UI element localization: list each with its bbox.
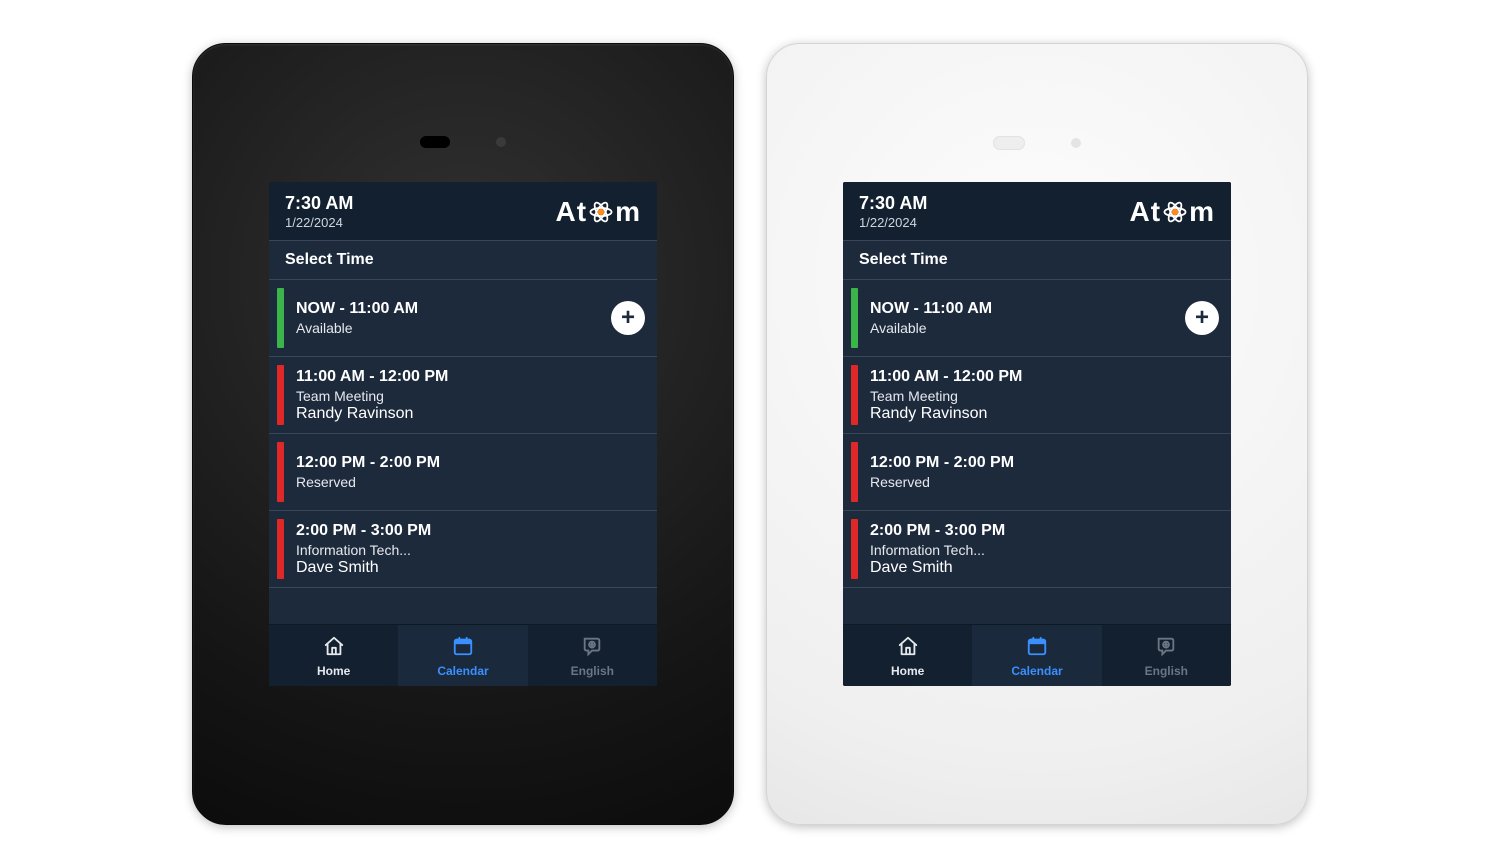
sensor-cluster <box>420 136 506 148</box>
bottom-nav: Home Calendar English <box>269 624 657 686</box>
home-icon <box>323 635 345 660</box>
atom-icon <box>1162 199 1188 225</box>
add-button[interactable]: + <box>611 301 645 335</box>
header-bar: 7:30 AM 1/22/2024 At m <box>843 182 1231 242</box>
slot-time-range: 12:00 PM - 2:00 PM <box>296 454 645 472</box>
header-bar: 7:30 AM 1/22/2024 At m <box>269 182 657 242</box>
time-slot[interactable]: 2:00 PM - 3:00 PM Information Tech... Da… <box>269 511 657 588</box>
sensor-cluster <box>993 136 1081 150</box>
logo-text-left: At <box>1130 196 1162 228</box>
nav-home-label: Home <box>891 664 924 678</box>
slot-time-range: NOW - 11:00 AM <box>296 300 611 318</box>
clock-date: 1/22/2024 <box>859 215 927 230</box>
bottom-nav: Home Calendar English <box>843 624 1231 686</box>
nav-home[interactable]: Home <box>269 625 398 686</box>
status-bar-icon <box>851 365 858 425</box>
time-slot[interactable]: NOW - 11:00 AM Available + <box>269 280 657 357</box>
brand-logo: At m <box>556 196 641 228</box>
time-slot[interactable]: 11:00 AM - 12:00 PM Team Meeting Randy R… <box>843 357 1231 434</box>
plus-icon: + <box>1195 304 1209 332</box>
nav-language-label: English <box>571 664 614 678</box>
slot-subject: Information Tech... <box>296 542 645 558</box>
status-bar-icon <box>277 519 284 579</box>
status-bar-icon <box>277 365 284 425</box>
slot-subject: Available <box>296 320 611 336</box>
clock-time: 7:30 AM <box>859 194 927 214</box>
sensor-dot-icon <box>1071 138 1081 148</box>
status-bar-icon <box>851 442 858 502</box>
slot-time-range: 2:00 PM - 3:00 PM <box>296 522 645 540</box>
status-bar-icon <box>851 288 858 348</box>
plus-icon: + <box>621 304 635 332</box>
sensor-pill-icon <box>993 136 1025 150</box>
brand-logo: At m <box>1130 196 1215 228</box>
clock-date: 1/22/2024 <box>285 215 353 230</box>
nav-calendar[interactable]: Calendar <box>398 625 527 686</box>
status-bar-icon <box>851 519 858 579</box>
language-icon <box>1155 635 1177 660</box>
status-bar-icon <box>277 442 284 502</box>
section-title: Select Time <box>269 241 657 280</box>
device-black: 7:30 AM 1/22/2024 At m Select Time <box>192 43 734 825</box>
nav-language[interactable]: English <box>528 625 657 686</box>
slot-time-range: 11:00 AM - 12:00 PM <box>870 368 1219 386</box>
calendar-icon <box>452 635 474 660</box>
slot-organizer: Dave Smith <box>870 559 1219 577</box>
time-slot[interactable]: 12:00 PM - 2:00 PM Reserved <box>843 434 1231 511</box>
logo-text-right: m <box>1189 196 1215 228</box>
calendar-icon <box>1026 635 1048 660</box>
logo-text-right: m <box>615 196 641 228</box>
time-slot[interactable]: 2:00 PM - 3:00 PM Information Tech... Da… <box>843 511 1231 588</box>
slot-subject: Reserved <box>296 474 645 490</box>
section-title: Select Time <box>843 241 1231 280</box>
nav-language-label: English <box>1145 664 1188 678</box>
nav-calendar-label: Calendar <box>437 664 488 678</box>
time-slot[interactable]: 12:00 PM - 2:00 PM Reserved <box>269 434 657 511</box>
sensor-pill-icon <box>420 136 450 148</box>
device-white: 7:30 AM 1/22/2024 At m Select Time <box>766 43 1308 825</box>
slot-organizer: Randy Ravinson <box>870 405 1219 423</box>
slot-time-range: 12:00 PM - 2:00 PM <box>870 454 1219 472</box>
slot-organizer: Dave Smith <box>296 559 645 577</box>
status-bar-icon <box>277 288 284 348</box>
slot-subject: Available <box>870 320 1185 336</box>
slot-subject: Reserved <box>870 474 1219 490</box>
sensor-dot-icon <box>496 137 506 147</box>
nav-language[interactable]: English <box>1102 625 1231 686</box>
atom-icon <box>588 199 614 225</box>
slot-time-range: 2:00 PM - 3:00 PM <box>870 522 1219 540</box>
time-slot[interactable]: NOW - 11:00 AM Available + <box>843 280 1231 357</box>
logo-text-left: At <box>556 196 588 228</box>
slot-subject: Team Meeting <box>870 388 1219 404</box>
nav-calendar[interactable]: Calendar <box>972 625 1101 686</box>
nav-home[interactable]: Home <box>843 625 972 686</box>
slot-time-range: NOW - 11:00 AM <box>870 300 1185 318</box>
slot-time-range: 11:00 AM - 12:00 PM <box>296 368 645 386</box>
time-slot[interactable]: 11:00 AM - 12:00 PM Team Meeting Randy R… <box>269 357 657 434</box>
nav-calendar-label: Calendar <box>1011 664 1062 678</box>
add-button[interactable]: + <box>1185 301 1219 335</box>
time-slot-list: NOW - 11:00 AM Available + 11:00 AM - 12… <box>269 280 657 623</box>
slot-subject: Team Meeting <box>296 388 645 404</box>
slot-organizer: Randy Ravinson <box>296 405 645 423</box>
home-icon <box>897 635 919 660</box>
nav-home-label: Home <box>317 664 350 678</box>
language-icon <box>581 635 603 660</box>
clock-time: 7:30 AM <box>285 194 353 214</box>
slot-subject: Information Tech... <box>870 542 1219 558</box>
time-slot-list: NOW - 11:00 AM Available + 11:00 AM - 12… <box>843 280 1231 623</box>
